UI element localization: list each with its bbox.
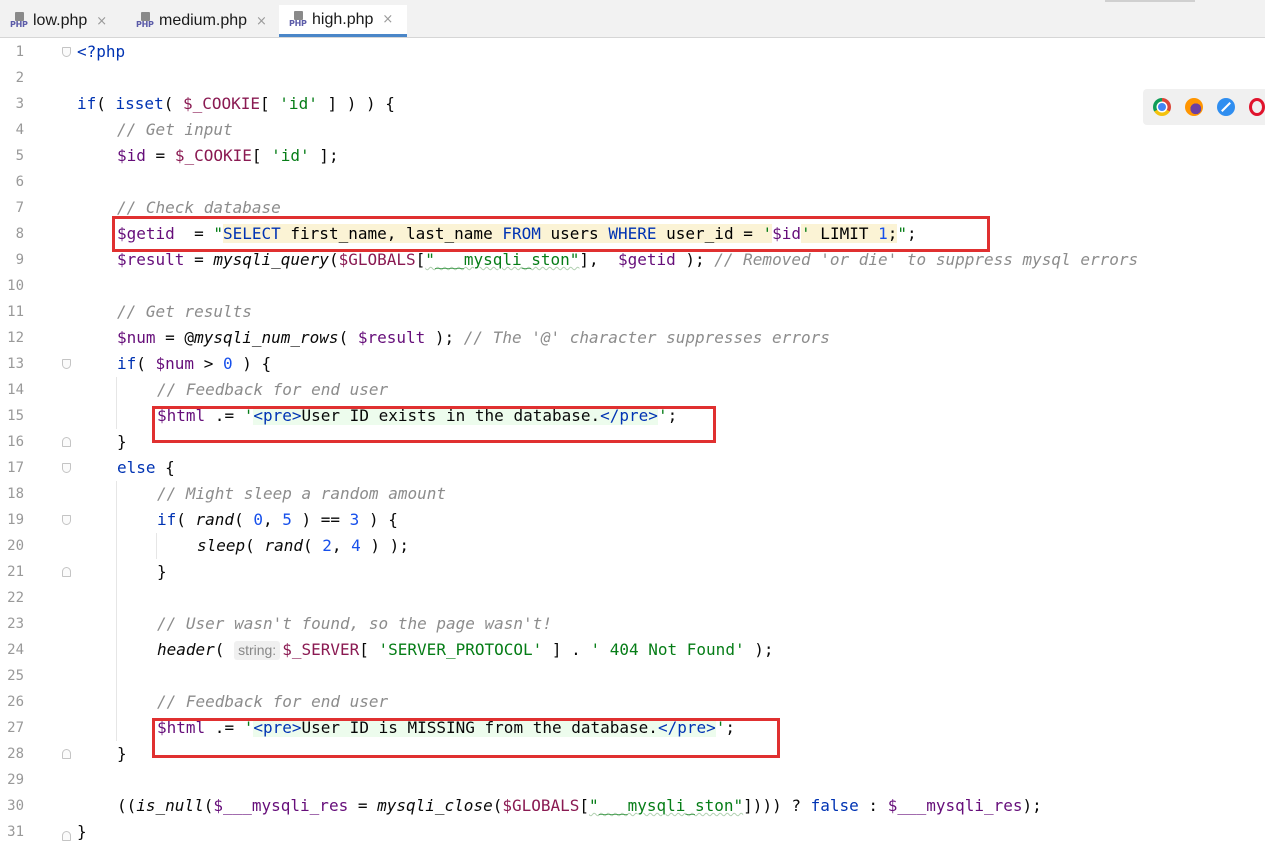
fold-marker-icon[interactable]	[62, 567, 71, 577]
fold-marker-icon[interactable]	[62, 437, 71, 447]
line-number: 24	[7, 642, 24, 658]
line-number: 6	[15, 174, 24, 190]
indent-guide	[156, 533, 157, 559]
line-number: 11	[7, 304, 24, 320]
fold-marker-icon[interactable]	[62, 47, 71, 57]
line-number: 18	[7, 486, 24, 502]
line-number: 13	[7, 356, 24, 372]
code-line: $id = $_COOKIE[ 'id' ];	[117, 146, 339, 165]
tab-label: high.php	[312, 10, 374, 28]
code-line: ((is_null($___mysqli_res = mysqli_close(…	[117, 796, 1042, 815]
indent-guide	[116, 377, 117, 429]
tab-label: medium.php	[159, 12, 248, 29]
line-number: 7	[15, 200, 24, 216]
fold-marker-icon[interactable]	[62, 831, 71, 841]
code-line: // Feedback for end user	[157, 692, 389, 711]
line-number: 20	[7, 538, 24, 554]
editor-tab-bar: PHP low.php × PHP medium.php × PHP high.…	[0, 0, 1265, 38]
line-number: 4	[15, 122, 24, 138]
code-line: else {	[117, 458, 175, 477]
line-number: 27	[7, 720, 24, 736]
fold-marker-icon[interactable]	[62, 749, 71, 759]
line-number: 31	[7, 824, 24, 840]
line-number: 1	[15, 44, 24, 60]
fold-marker-icon[interactable]	[62, 359, 71, 369]
line-number: 21	[7, 564, 24, 580]
line-number: 29	[7, 772, 24, 788]
tab-label: low.php	[33, 12, 88, 29]
code-line: // Feedback for end user	[157, 380, 389, 399]
line-number: 23	[7, 616, 24, 632]
code-line: }	[77, 822, 87, 841]
line-number: 16	[7, 434, 24, 450]
indent-guide	[116, 481, 117, 741]
highlight-box-sql-query	[112, 216, 990, 252]
tab-medium-php[interactable]: PHP medium.php ×	[126, 5, 279, 37]
firefox-icon[interactable]	[1185, 98, 1203, 116]
code-line: if( $num > 0 ) {	[117, 354, 272, 373]
php-file-icon: PHP	[136, 10, 156, 32]
code-line: }	[157, 562, 167, 581]
code-line: sleep( rand( 2, 4 ) );	[197, 536, 409, 555]
code-line: // Get input	[117, 120, 233, 139]
fold-marker-icon[interactable]	[62, 463, 71, 473]
line-number: 10	[7, 278, 24, 294]
line-number: 22	[7, 590, 24, 606]
opera-icon[interactable]	[1249, 98, 1265, 116]
line-number: 30	[7, 798, 24, 814]
parameter-hint: string:	[234, 641, 281, 660]
code-line: }	[117, 744, 127, 763]
line-number: 2	[15, 70, 24, 86]
tab-low-php[interactable]: PHP low.php ×	[0, 5, 126, 37]
code-line: }	[117, 432, 127, 451]
close-icon[interactable]: ×	[96, 14, 107, 29]
line-number: 12	[7, 330, 24, 346]
line-number: 19	[7, 512, 24, 528]
close-icon[interactable]: ×	[256, 14, 267, 29]
code-line: if( isset( $_COOKIE[ 'id' ] ) ) {	[77, 94, 395, 113]
tab-high-php[interactable]: PHP high.php ×	[279, 5, 407, 37]
close-icon[interactable]: ×	[382, 12, 393, 27]
code-line: if( rand( 0, 5 ) == 3 ) {	[157, 510, 398, 529]
line-number: 28	[7, 746, 24, 762]
fold-marker-icon[interactable]	[62, 515, 71, 525]
browser-preview-bar	[1143, 89, 1265, 125]
line-number: 3	[15, 96, 24, 112]
code-line: <?php	[77, 42, 126, 61]
code-editor[interactable]: 1 2 3 4 5 6 7 8 9 10 11 12 13 14 15 16 1…	[0, 39, 1265, 848]
code-line: // Might sleep a random amount	[157, 484, 446, 503]
line-number: 9	[15, 252, 24, 268]
chrome-icon[interactable]	[1153, 98, 1171, 116]
php-file-icon: PHP	[289, 9, 309, 31]
line-number-gutter: 1 2 3 4 5 6 7 8 9 10 11 12 13 14 15 16 1…	[0, 39, 77, 848]
line-number: 15	[7, 408, 24, 424]
php-file-icon: PHP	[10, 10, 30, 32]
safari-icon[interactable]	[1217, 98, 1235, 116]
line-number: 5	[15, 148, 24, 164]
code-line: header( string: $_SERVER[ 'SERVER_PROTOCO…	[157, 640, 774, 660]
highlight-box-missing-output	[152, 718, 780, 758]
highlight-box-exists-output	[152, 406, 716, 443]
code-line: // Get results	[117, 302, 252, 321]
code-line: // User wasn't found, so the page wasn't…	[157, 614, 552, 633]
line-number: 17	[7, 460, 24, 476]
line-number: 14	[7, 382, 24, 398]
line-number: 25	[7, 668, 24, 684]
code-line: $num = @mysqli_num_rows( $result ); // T…	[117, 328, 830, 347]
line-number: 8	[15, 226, 24, 242]
line-number: 26	[7, 694, 24, 710]
